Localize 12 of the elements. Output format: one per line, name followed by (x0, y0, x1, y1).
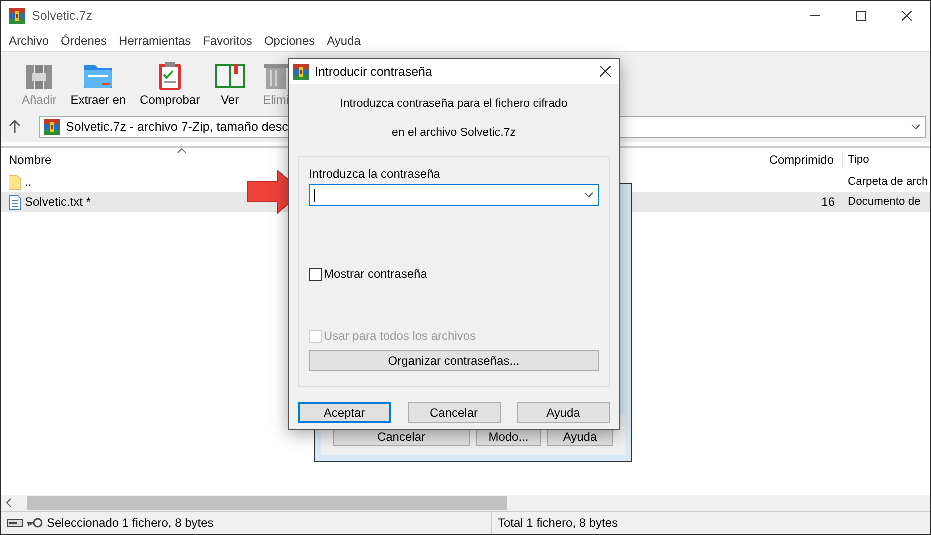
compressed-size: 16 (820, 195, 836, 209)
status-text: Seleccionado 1 fichero, 8 bytes (47, 516, 214, 530)
file-type: Carpeta de arch (847, 176, 930, 188)
checkbox-label: Usar para todos los archivos (324, 329, 476, 343)
window-title: Solvetic.7z (32, 8, 92, 22)
file-type: Documento de (847, 196, 922, 208)
dialog-message: Introduzca contraseña para el fichero cifrado (340, 98, 568, 110)
field-label: Introduzca la contraseña (309, 167, 442, 181)
dialog-message: en el archivo Solvetic.7z (392, 127, 516, 139)
dialog-title: Introducir contraseña (315, 64, 432, 78)
status-text: Total 1 fichero, 8 bytes (497, 516, 618, 530)
checkbox-label: Mostrar contraseña (324, 267, 428, 281)
